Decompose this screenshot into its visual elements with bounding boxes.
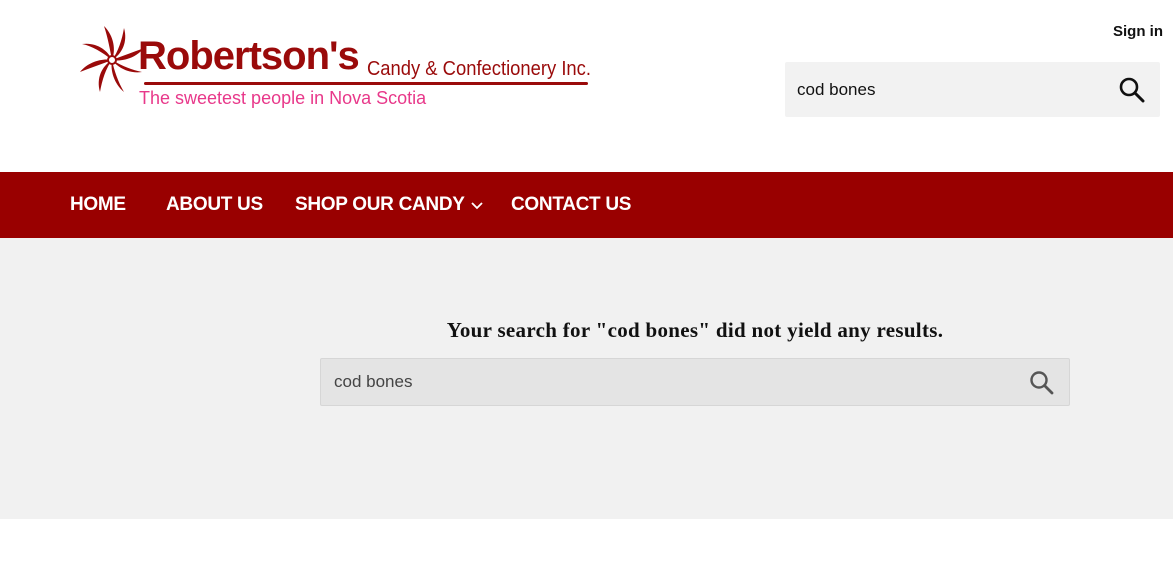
main-nav: HOME ABOUT US SHOP OUR CANDY CONTACT US	[0, 172, 1173, 238]
logo-title: Robertson's	[138, 34, 360, 78]
footer-area	[0, 519, 1173, 566]
site-logo[interactable]: Robertson's Candy & Confectionery Inc. T…	[78, 20, 608, 114]
main-search-box	[320, 358, 1070, 406]
logo-tagline: The sweetest people in Nova Scotia	[139, 88, 427, 108]
main-search-input[interactable]	[321, 359, 1011, 405]
header-search-button[interactable]	[1118, 76, 1146, 104]
chevron-down-icon	[471, 172, 483, 238]
site-header: Robertson's Candy & Confectionery Inc. T…	[0, 0, 1173, 172]
sign-in-link[interactable]: Sign in	[1113, 23, 1163, 40]
search-icon	[1030, 371, 1054, 395]
search-icon	[1119, 77, 1145, 103]
nav-item-about-us[interactable]: ABOUT US	[166, 172, 263, 238]
nav-item-home[interactable]: HOME	[70, 172, 126, 238]
header-search-box	[785, 62, 1160, 117]
logo-underline	[144, 82, 588, 85]
nav-item-shop-our-candy[interactable]: SHOP OUR CANDY	[295, 172, 483, 238]
nav-item-contact-us[interactable]: CONTACT US	[511, 172, 631, 238]
main-search-button[interactable]	[1029, 370, 1055, 396]
header-search-input[interactable]	[785, 62, 1105, 117]
logo-subtitle: Candy & Confectionery Inc.	[367, 58, 591, 80]
search-results-section: Your search for "cod bones" did not yiel…	[0, 238, 1173, 519]
nav-item-shop-label: SHOP OUR CANDY	[295, 194, 465, 216]
no-results-message: Your search for "cod bones" did not yiel…	[446, 318, 944, 342]
